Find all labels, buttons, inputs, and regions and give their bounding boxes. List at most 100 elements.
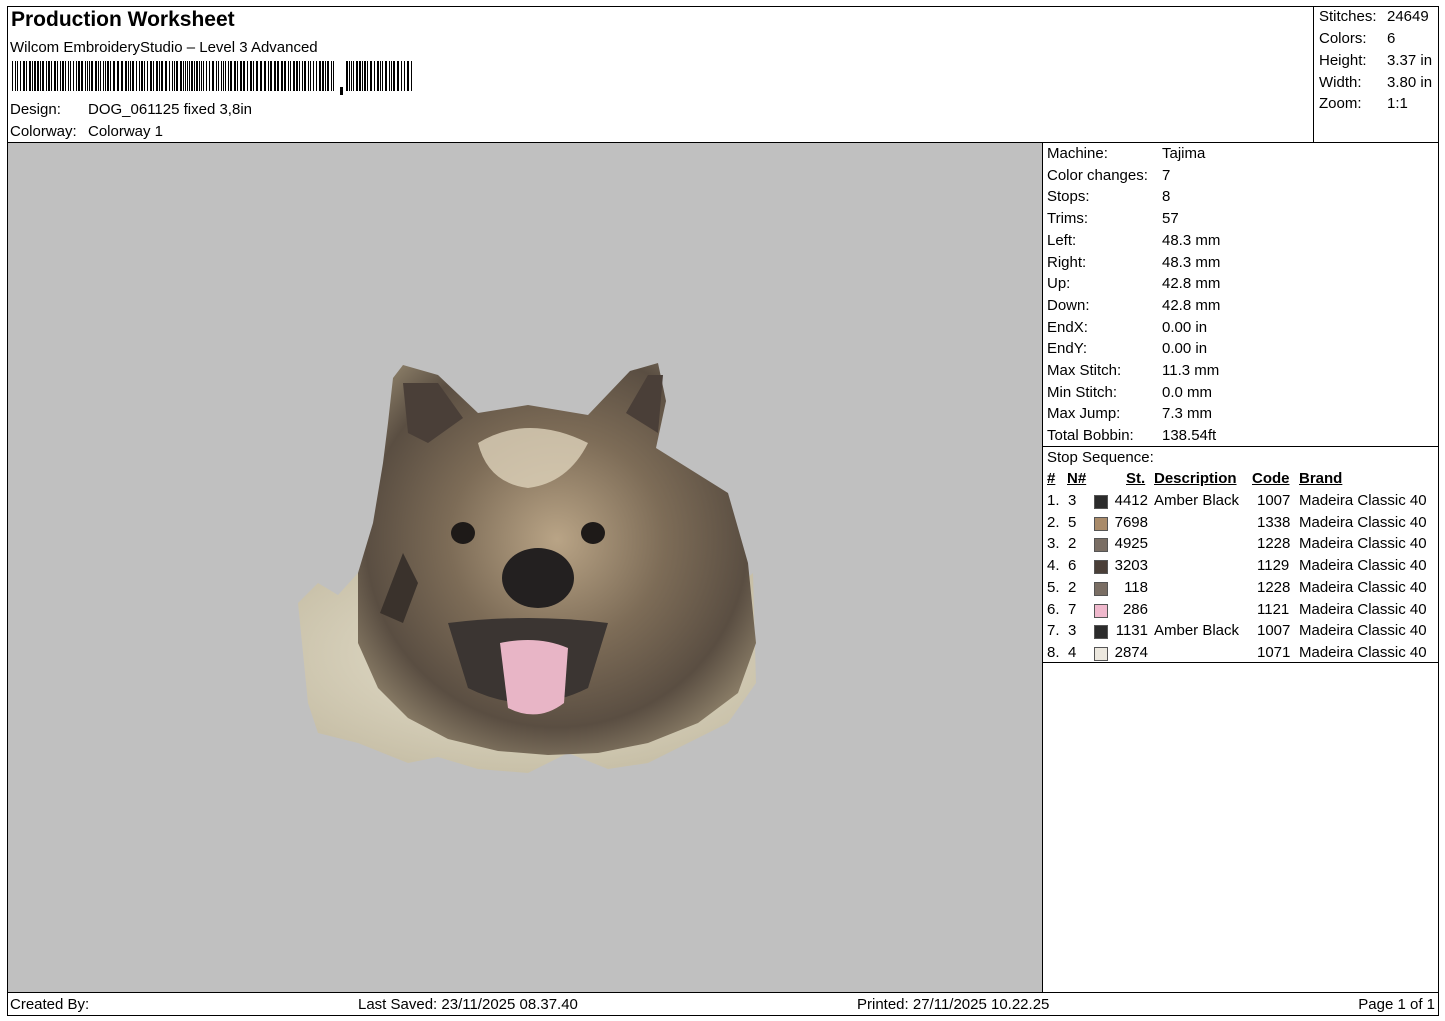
machine-label: Up: bbox=[1047, 275, 1071, 293]
machine-row: Stops: 8 bbox=[1047, 188, 1170, 206]
stat-label: Height: bbox=[1319, 52, 1367, 69]
col-header-st: St. bbox=[1126, 470, 1146, 487]
stat-value: 6 bbox=[1387, 30, 1396, 47]
color-swatch bbox=[1094, 516, 1108, 531]
stat-label: Zoom: bbox=[1319, 95, 1362, 112]
row-needle: 4 bbox=[1068, 643, 1077, 661]
row-num: 6. bbox=[1047, 600, 1060, 618]
row-code: 1121 bbox=[1257, 600, 1290, 618]
machine-value: 8 bbox=[1162, 188, 1171, 206]
row-description: Amber Black bbox=[1154, 622, 1240, 640]
machine-label: Max Stitch: bbox=[1047, 362, 1122, 379]
color-swatch bbox=[1094, 560, 1108, 575]
table-bottom-divider bbox=[1043, 662, 1439, 663]
stat-label: Width: bbox=[1319, 74, 1362, 91]
machine-row: Max Stitch: 11.3 mm bbox=[1047, 362, 1219, 379]
colorway-label: Colorway: bbox=[10, 123, 77, 140]
machine-label: Min Stitch: bbox=[1047, 383, 1118, 401]
row-brand: Madeira Classic 40 bbox=[1299, 600, 1427, 618]
row-code: 1228 bbox=[1257, 578, 1291, 596]
machine-row: Color changes: 7 bbox=[1047, 166, 1170, 184]
row-code: 1129 bbox=[1257, 557, 1290, 575]
stat-stitches: Stitches: 24649 bbox=[1319, 8, 1429, 25]
table-row: 1. 3 Amber Black 1007 Madeira Classic 40 4412 bbox=[1043, 492, 1439, 514]
machine-value: 11.3 mm bbox=[1162, 362, 1220, 379]
machine-row: Machine: Tajima bbox=[1047, 145, 1205, 162]
row-needle: 2 bbox=[1068, 535, 1077, 553]
row-num: 8. bbox=[1047, 643, 1060, 661]
row-stitches: 3203 bbox=[1114, 557, 1148, 575]
machine-value: 48.3 mm bbox=[1162, 231, 1221, 249]
stat-label: Colors: bbox=[1319, 30, 1367, 47]
machine-value: 7.3 mm bbox=[1162, 405, 1213, 423]
row-brand: Madeira Classic 40 bbox=[1299, 622, 1427, 640]
row-code: 1228 bbox=[1257, 535, 1291, 553]
row-num: 2. bbox=[1047, 513, 1060, 531]
row-stitches: 286 bbox=[1122, 600, 1148, 618]
stat-value: 24649 bbox=[1387, 8, 1429, 25]
row-needle: 6 bbox=[1068, 557, 1077, 575]
row-num: 5. bbox=[1047, 578, 1060, 596]
footer-divider bbox=[7, 992, 1439, 993]
machine-value: 138.54ft bbox=[1162, 427, 1217, 445]
machine-label: Color changes: bbox=[1047, 166, 1148, 184]
row-needle: 3 bbox=[1068, 622, 1077, 640]
stop-sequence-title: Stop Sequence: bbox=[1047, 449, 1154, 466]
row-brand: Madeira Classic 40 bbox=[1299, 557, 1427, 575]
table-row: 3. 2 1228 Madeira Classic 40 4925 bbox=[1043, 535, 1439, 557]
table-row: 7. 3 Amber Black 1007 Madeira Classic 40 1131 bbox=[1043, 622, 1439, 644]
machine-value: 0.00 in bbox=[1162, 340, 1208, 358]
design-value: DOG_061125 fixed 3,8in bbox=[88, 101, 252, 118]
machine-row: Up: 42.8 mm bbox=[1047, 275, 1220, 293]
machine-row: EndY: 0.00 in bbox=[1047, 340, 1207, 358]
stat-value: 1:1 bbox=[1387, 95, 1408, 112]
table-row: 6. 7 1121 Madeira Classic 40 286 bbox=[1043, 601, 1439, 623]
page-number: Page 1 of 1 bbox=[1358, 996, 1435, 1013]
machine-value: 42.8 mm bbox=[1162, 296, 1221, 314]
col-header-num: # bbox=[1047, 470, 1056, 487]
last-saved: Last Saved: 23/11/2025 08.37.40 bbox=[358, 996, 578, 1013]
row-stitches: 118 bbox=[1124, 578, 1148, 596]
color-swatch bbox=[1094, 603, 1108, 618]
row-stitches: 4412 bbox=[1114, 492, 1148, 509]
row-needle: 3 bbox=[1068, 492, 1077, 509]
machine-value: 48.3 mm bbox=[1162, 253, 1221, 271]
dog-embroidery-image bbox=[298, 363, 756, 773]
stat-value: 3.37 in bbox=[1387, 52, 1433, 69]
row-code: 1338 bbox=[1257, 513, 1291, 531]
printed-date: Printed: 27/11/2025 10.22.25 bbox=[857, 996, 1050, 1013]
row-code: 1071 bbox=[1257, 643, 1291, 661]
machine-value: 0.00 in bbox=[1162, 318, 1208, 336]
row-code: 1007 bbox=[1257, 492, 1291, 509]
machine-value: 57 bbox=[1162, 210, 1179, 228]
machine-label: EndY: bbox=[1047, 340, 1088, 358]
stat-width: Width: 3.80 in bbox=[1319, 74, 1432, 91]
machine-value: 0.0 mm bbox=[1162, 383, 1213, 401]
barcode bbox=[12, 61, 412, 95]
machine-row: Max Jump: 7.3 mm bbox=[1047, 405, 1212, 423]
machine-label: Max Jump: bbox=[1047, 405, 1121, 423]
machine-value: Tajima bbox=[1162, 145, 1206, 162]
machine-value: 7 bbox=[1162, 166, 1171, 184]
row-num: 7. bbox=[1047, 622, 1060, 640]
stat-zoom: Zoom: 1:1 bbox=[1319, 95, 1408, 112]
row-brand: Madeira Classic 40 bbox=[1299, 513, 1427, 531]
col-header-n: N# bbox=[1067, 470, 1087, 487]
stat-value: 3.80 in bbox=[1387, 74, 1433, 91]
machine-label: Trims: bbox=[1047, 210, 1089, 228]
machine-label: Stops: bbox=[1047, 188, 1090, 206]
color-swatch bbox=[1094, 581, 1108, 596]
row-num: 4. bbox=[1047, 557, 1060, 575]
machine-label: Down: bbox=[1047, 296, 1090, 314]
machine-row: Trims: 57 bbox=[1047, 210, 1179, 228]
machine-label: Left: bbox=[1047, 231, 1077, 249]
machine-label: Total Bobbin: bbox=[1047, 427, 1134, 445]
col-header-brand: Brand bbox=[1299, 470, 1343, 487]
machine-row: Down: 42.8 mm bbox=[1047, 296, 1220, 314]
stats-divider bbox=[1313, 6, 1314, 143]
row-code: 1007 bbox=[1257, 622, 1291, 640]
row-needle: 7 bbox=[1068, 600, 1077, 618]
row-needle: 5 bbox=[1068, 513, 1077, 531]
machine-label: EndX: bbox=[1047, 318, 1088, 336]
color-swatch bbox=[1094, 495, 1108, 509]
